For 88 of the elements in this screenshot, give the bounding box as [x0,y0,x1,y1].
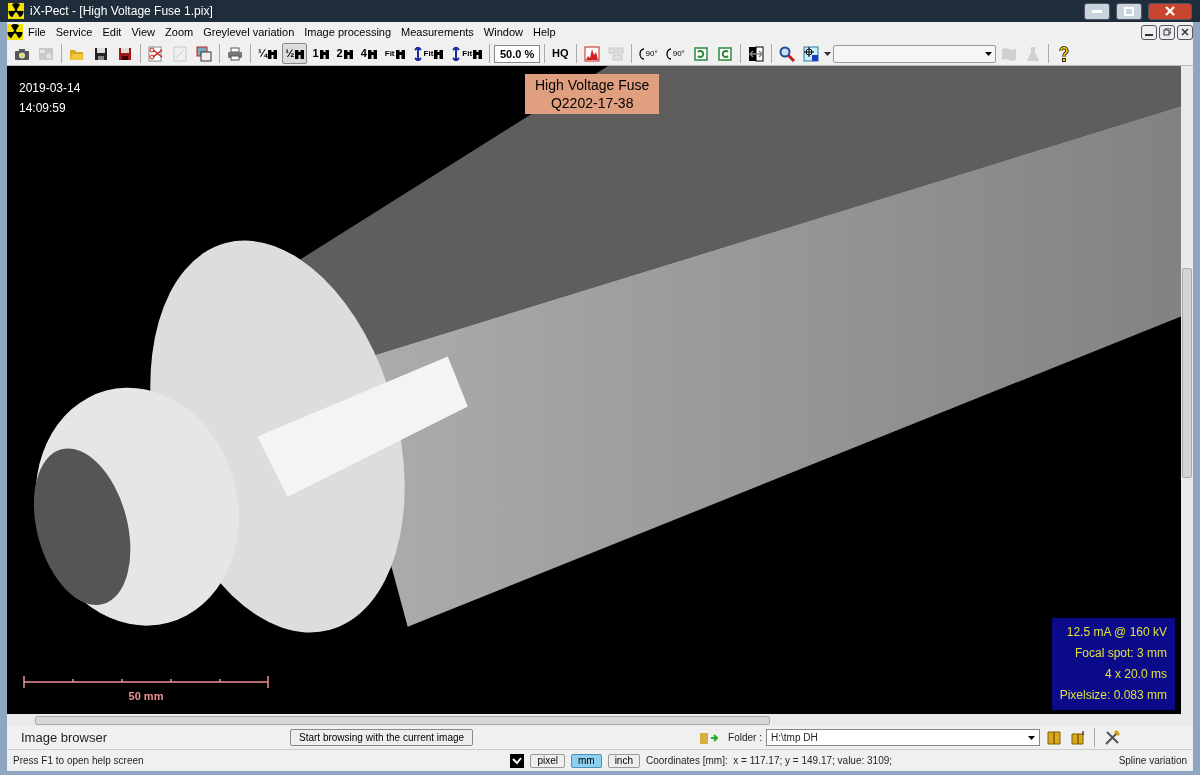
exposure-info: 12.5 mA @ 160 kV Focal spot: 3 mm 4 x 20.0 ms Pixelsize: 0.083 mm [1051,618,1175,710]
close-icon [1181,28,1189,36]
folder-dropdown[interactable]: H:\tmp DH [766,729,1040,746]
menu-item[interactable]: View [126,23,161,41]
grid-icon [607,45,624,62]
menu-item[interactable]: Edit [97,23,127,41]
map-icon [1000,45,1017,62]
menu-item[interactable]: Greylevel variation [198,23,300,41]
date-text: 2019-03-14 [19,80,81,97]
maximize-icon [1124,6,1134,16]
radiation-icon [8,3,24,19]
fit-button[interactable]: Fit [409,43,447,64]
horizontal-scrollbar[interactable] [7,714,1193,726]
arrow-icon [412,46,423,61]
panel-title: Image browser [21,728,108,747]
panel-icon [38,45,54,62]
check-icon [512,756,523,765]
restore-icon [1163,28,1171,36]
minimize-button[interactable] [1084,2,1110,20]
coordinates-text: Coordinates [mm]: x = 117.17; y = 149.17; value: 3109; [646,754,894,768]
rotate-button[interactable]: 90° [662,43,688,64]
dropdown[interactable] [832,44,996,63]
menu-item[interactable]: Measurements [396,23,479,41]
binoculars-icon [343,48,353,59]
unit-toggle[interactable]: mm [570,753,602,768]
caret-icon [1028,735,1035,740]
help-hint: Press F1 to open help screen [13,754,145,768]
window-title: iX-Pect - [High Voltage Fuse 1.pix] [30,3,213,20]
swap-icon [747,45,764,62]
scissors-icon [148,45,164,62]
menu-item[interactable]: File [23,23,51,41]
minimize-button[interactable] [1141,24,1157,40]
menu-item[interactable]: Help [528,23,561,41]
caret-icon [984,51,992,56]
binoculars-icon [473,48,483,59]
minimize-icon [1092,9,1102,13]
unit-toggle[interactable]: inch [607,753,640,768]
vertical-scrollbar[interactable] [1181,66,1193,714]
close-button[interactable] [1148,2,1192,20]
zoom-button[interactable]: 4 [357,43,380,64]
floppy-icon [117,45,133,62]
menu-item[interactable]: Service [50,23,98,41]
checkbox[interactable] [510,753,525,768]
fit-button[interactable]: Fit [448,43,486,64]
flask-icon [1024,45,1041,62]
browse-button[interactable]: Start browsing with the current image [290,729,474,746]
zoom-field[interactable]: 50.0 % [494,44,541,63]
printer-icon [227,45,243,62]
folder-label: Folder : [728,731,762,745]
zoom-button[interactable]: 2 [333,43,356,64]
binoculars-icon [367,48,377,59]
menu-item[interactable]: Zoom [160,23,199,41]
windows-icon [196,45,212,62]
book-icon [1047,730,1061,745]
book-icon [1071,730,1085,745]
menu-item[interactable]: Image processing [299,23,397,41]
zoom-button[interactable]: Fit [381,43,408,64]
binoculars-icon [295,48,305,59]
zoom-button[interactable]: ½ [282,43,308,64]
rotate-icon [716,45,733,62]
caret-icon [823,51,831,56]
image-label: High Voltage Fuse Q2202-17-38 [525,74,660,115]
rotate-icon [692,45,709,62]
crosshair-icon [802,45,819,62]
time-text: 14:09:59 [19,100,67,118]
menu-item[interactable]: Window [478,23,528,41]
unit-toggle[interactable]: pixel [530,753,565,768]
close-icon [1165,6,1175,16]
arrow-icon [451,46,462,61]
histogram-icon [583,45,600,62]
zoom-button[interactable]: 1 [309,43,332,64]
app-menu-icon [7,24,23,40]
restore-button[interactable] [1159,24,1175,40]
zoom-button[interactable]: ¼ [255,43,281,64]
floppy-icon [93,45,109,62]
binoculars-icon [434,48,444,59]
hq-button[interactable]: HQ [549,43,572,64]
close-button[interactable] [1177,24,1193,40]
tools-icon [1104,729,1120,746]
mode-text: Spline variation [1117,754,1187,768]
binoculars-icon [319,48,329,59]
search-icon [778,45,795,62]
scale-text: 50 mm [128,688,164,704]
maximize-button[interactable] [1116,2,1142,20]
binoculars-icon [268,48,278,59]
binoculars-icon [395,48,405,59]
rotate-button[interactable]: 90° [635,43,661,64]
document-icon [172,45,188,62]
